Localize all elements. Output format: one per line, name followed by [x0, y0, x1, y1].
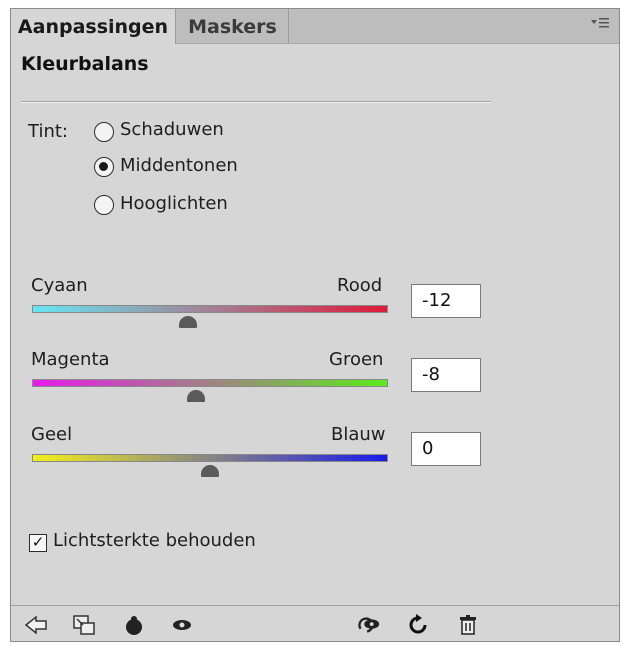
- yellow-blue-value-input[interactable]: 0: [411, 432, 481, 466]
- magenta-green-value-input[interactable]: -8: [411, 358, 481, 392]
- divider: [21, 101, 491, 103]
- slider-red-label: Rood: [337, 275, 383, 296]
- tab-bar: Aanpassingen Maskers: [11, 9, 619, 44]
- tab-masks[interactable]: Maskers: [177, 9, 289, 43]
- panel-title: Kleurbalans: [21, 53, 149, 75]
- slider-green-label: Groen: [329, 349, 384, 370]
- adjustments-panel: Aanpassingen Maskers Kleurbalans Tint: S…: [10, 8, 620, 642]
- radio-highlights[interactable]: [94, 195, 114, 215]
- back-arrow-icon[interactable]: [23, 613, 49, 637]
- preserve-luminosity-checkbox[interactable]: ✓: [29, 534, 47, 552]
- slider-yellow-blue-track[interactable]: [32, 454, 388, 462]
- slider-cyan-red-track[interactable]: [32, 305, 388, 313]
- slider-cyan-label: Cyaan: [31, 275, 88, 296]
- footer-divider: [11, 605, 619, 606]
- mask-icon[interactable]: [121, 613, 147, 637]
- tint-label: Tint:: [28, 121, 68, 142]
- radio-shadows[interactable]: [94, 122, 114, 142]
- panel-menu-icon[interactable]: [589, 16, 611, 34]
- reset-view-icon[interactable]: [355, 613, 381, 637]
- clip-layer-icon[interactable]: [71, 613, 97, 637]
- trash-icon[interactable]: [455, 613, 481, 637]
- radio-shadows-label: Schaduwen: [120, 119, 224, 140]
- visibility-eye-icon[interactable]: [169, 613, 195, 637]
- preserve-luminosity-label: Lichtsterkte behouden: [53, 530, 256, 551]
- radio-midtones[interactable]: [94, 157, 114, 177]
- reset-icon[interactable]: [405, 613, 431, 637]
- tab-adjustments[interactable]: Aanpassingen: [11, 9, 176, 44]
- slider-magenta-label: Magenta: [31, 349, 110, 370]
- cyan-red-value-input[interactable]: -12: [411, 284, 481, 318]
- radio-highlights-label: Hooglichten: [120, 193, 228, 214]
- slider-blue-label: Blauw: [331, 424, 386, 445]
- radio-midtones-label: Middentonen: [120, 155, 238, 176]
- slider-yellow-label: Geel: [31, 424, 73, 445]
- slider-magenta-green-track[interactable]: [32, 379, 388, 387]
